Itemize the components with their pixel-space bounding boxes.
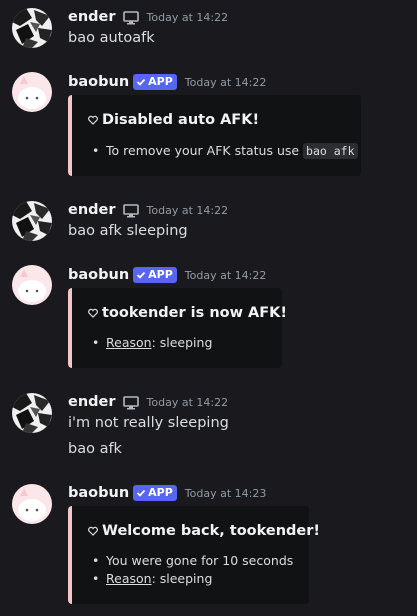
message-header: ender Today at 14:22 [68,392,228,412]
monitor-icon [122,395,139,410]
app-badge: APP [133,74,177,90]
avatar-ender-image [12,201,52,241]
embed-list-item: • Reason: sleeping [92,571,213,586]
avatar-baobun-image [12,72,52,112]
username[interactable]: ender [68,202,116,218]
timestamp[interactable]: Today at 14:22 [147,11,229,24]
avatar-ender-image [12,8,52,48]
message-header: baobun APP Today at 14:22 [68,72,266,92]
app-badge: APP [133,267,177,283]
timestamp[interactable]: Today at 14:22 [185,269,267,282]
embed-title: Disabled auto AFK! [88,112,259,128]
embed-title: tookender is now AFK! [88,305,287,321]
embed-list-item: • You were gone for 10 seconds [92,553,294,568]
check-icon [137,271,146,279]
avatar[interactable] [12,201,52,241]
timestamp[interactable]: Today at 14:23 [185,487,267,500]
embed: Welcome back, tookender! • You were gone … [68,506,320,604]
avatar[interactable] [12,393,52,433]
username[interactable]: baobun [68,74,129,90]
message-text: bao afk [68,441,122,457]
message-header: baobun APP Today at 14:23 [68,483,266,503]
heart-icon [88,115,98,125]
monitor-icon [122,10,139,25]
reason-link[interactable]: Reason [106,571,152,586]
check-icon [137,489,146,497]
heart-icon [88,308,98,318]
monitor-icon [122,203,139,218]
avatar-baobun-image [12,265,52,305]
username[interactable]: ender [68,9,116,25]
message-header: ender Today at 14:22 [68,200,228,220]
heart-icon [88,526,98,536]
username[interactable]: baobun [68,267,129,283]
message-header: baobun APP Today at 14:22 [68,265,266,285]
avatar-ender-image [12,393,52,433]
avatar[interactable] [12,265,52,305]
avatar[interactable] [12,72,52,112]
message-text: bao autoafk [68,30,155,46]
avatar-baobun-image [12,484,52,524]
inline-code: bao afk [303,143,358,159]
embed: Disabled auto AFK! • To remove your AFK s… [68,95,361,176]
embed: tookender is now AFK! • Reason: sleeping [68,288,287,368]
embed-title: Welcome back, tookender! [88,523,320,539]
username[interactable]: ender [68,394,116,410]
avatar[interactable] [12,8,52,48]
timestamp[interactable]: Today at 14:22 [147,396,229,409]
app-badge: APP [133,485,177,501]
embed-list-item: • Reason: sleeping [92,335,213,350]
check-icon [137,78,146,86]
message-header: ender Today at 14:22 [68,7,228,27]
message-text: bao afk sleeping [68,223,188,239]
avatar[interactable] [12,484,52,524]
message-text: i'm not really sleeping [68,415,229,431]
username[interactable]: baobun [68,485,129,501]
reason-link[interactable]: Reason [106,335,152,350]
timestamp[interactable]: Today at 14:22 [147,204,229,217]
timestamp[interactable]: Today at 14:22 [185,76,267,89]
embed-list-item: • To remove your AFK status use bao afk [92,143,358,159]
